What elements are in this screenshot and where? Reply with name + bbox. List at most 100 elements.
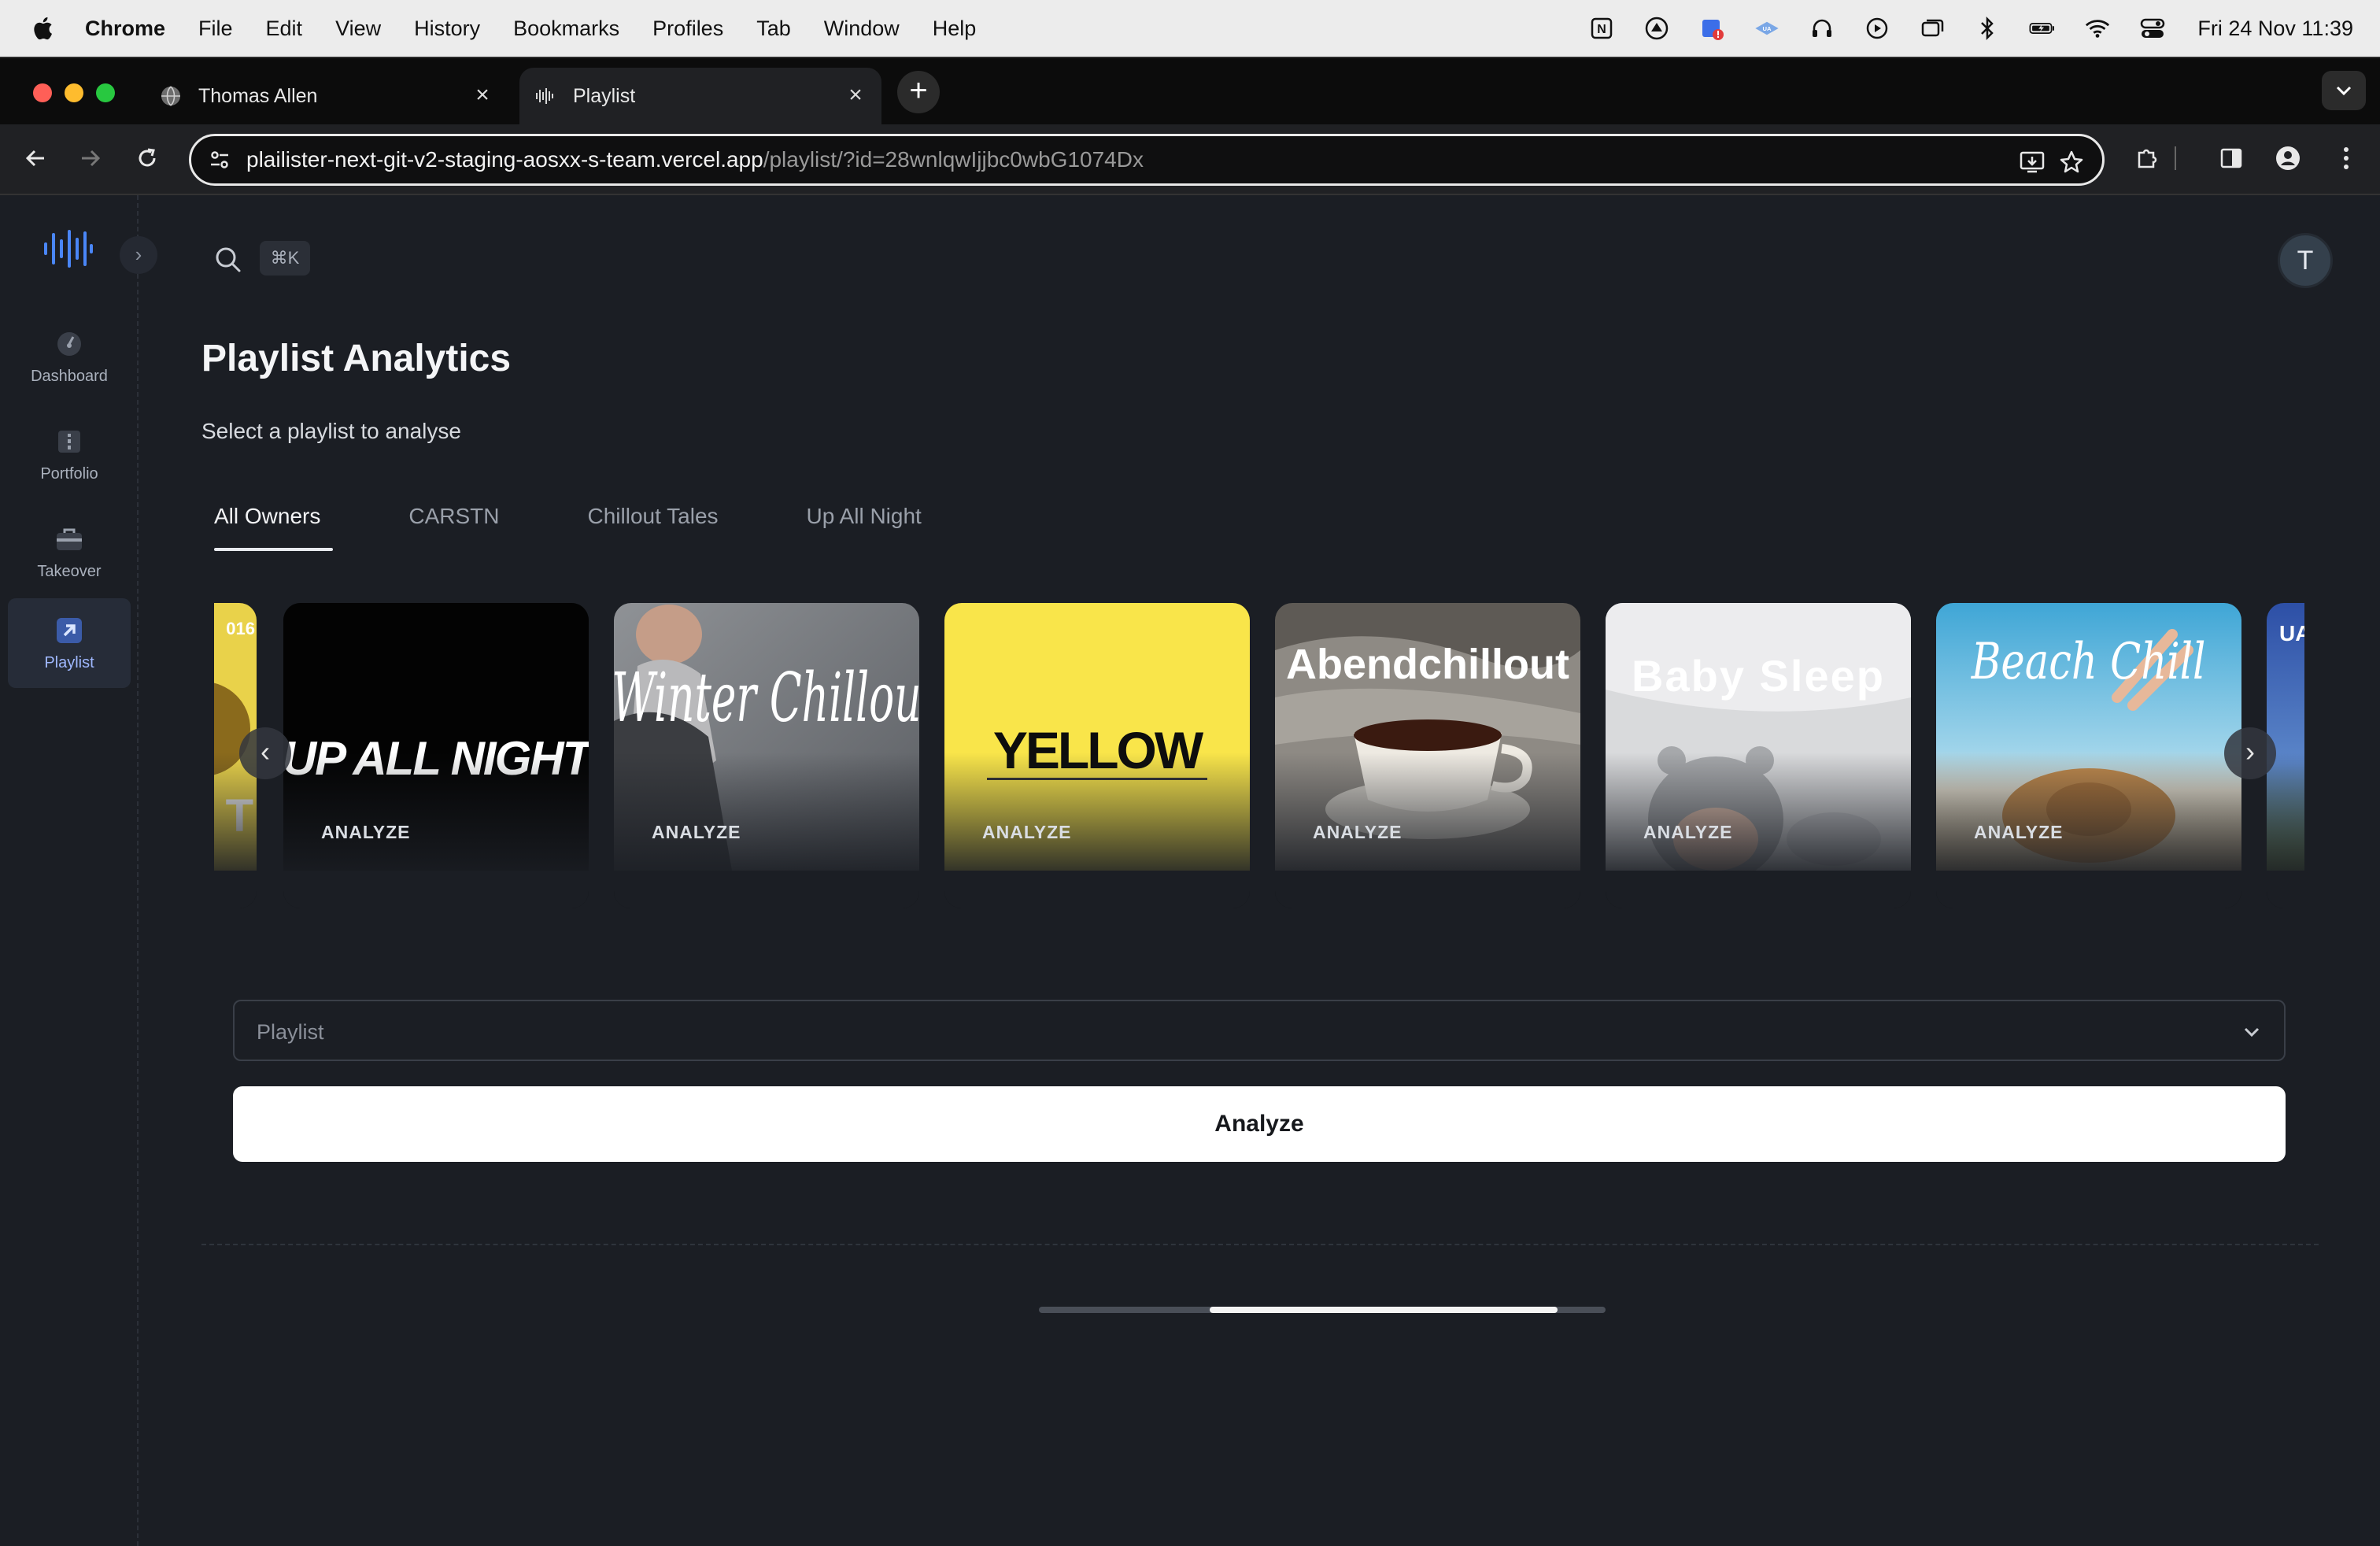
menu-file[interactable]: File [198,17,233,41]
window-close-button[interactable] [33,83,52,102]
calendar-alert-icon[interactable] [1698,15,1725,42]
apple-logo-icon[interactable] [30,15,54,42]
playlist-card-yellow[interactable]: YELLOW ANALYZE [944,603,1250,908]
analyze-card-button[interactable]: ANALYZE [1313,822,1402,843]
tab-carstn[interactable]: CARSTN [396,504,512,551]
playlist-card-baby-sleep[interactable]: Baby Sleep ANALYZE [1606,603,1911,908]
back-button[interactable] [16,139,55,178]
card-gradient [614,753,919,878]
sync-icon[interactable] [1643,15,1670,42]
new-tab-button[interactable]: + [897,71,940,113]
search-icon[interactable] [213,244,244,276]
profile-icon[interactable] [2271,142,2304,175]
playlist-card-up-all-night[interactable]: UP ALL NIGHT ANALYZE [283,603,589,908]
plailister-logo-icon[interactable] [42,227,94,271]
analyze-card-button[interactable]: ANALYZE [321,822,411,843]
card-footer [614,871,919,908]
sidebar-item-label: Playlist [44,653,94,671]
card-footer [2267,871,2304,908]
notion-icon[interactable]: N [1588,15,1615,42]
carousel-prev-button[interactable]: ‹ [239,727,291,779]
page-subtitle: Select a playlist to analyse [201,419,461,443]
window-minimize-button[interactable] [65,83,83,102]
playlist-card-abendchillout[interactable]: Abendchillout ANALYZE [1275,603,1580,908]
menu-help[interactable]: Help [933,17,977,41]
arrow-up-right-icon [54,615,85,646]
macos-menu-bar: Chrome File Edit View History Bookmarks … [0,0,2380,57]
playlist-select[interactable]: Playlist [233,1000,2286,1061]
kebab-menu-icon[interactable] [2330,142,2363,175]
partial-card-text-right: UA [2279,621,2304,645]
menu-tab[interactable]: Tab [756,17,791,41]
menu-edit[interactable]: Edit [266,17,303,41]
sidebar-item-dashboard[interactable]: Dashboard [8,312,131,401]
menu-window[interactable]: Window [824,17,900,41]
chevron-down-icon [2244,1027,2260,1037]
card-footer [944,871,1250,908]
waveform-icon [534,84,557,108]
page-title: Playlist Analytics [201,338,512,379]
arrow-right-icon [82,150,101,167]
analyze-card-button[interactable]: ANALYZE [652,822,741,843]
extensions-icon[interactable] [2131,142,2164,175]
bluetooth-icon[interactable] [1974,15,2001,42]
tab-all-owners[interactable]: All Owners [201,504,334,551]
control-center-icon[interactable] [2139,15,2166,42]
sidebar-item-portfolio[interactable]: Portfolio [8,409,131,499]
sidebar-expand-button[interactable]: › [120,236,157,274]
address-bar[interactable]: plailister-next-git-v2-staging-aosxx-s-t… [189,134,2105,186]
menu-history[interactable]: History [414,17,480,41]
site-info-icon[interactable] [204,144,235,176]
tab-up-all-night[interactable]: Up All Night [794,504,934,551]
sidebar-item-takeover[interactable]: Takeover [8,507,131,597]
close-tab-icon[interactable]: × [844,83,867,107]
card-gradient [1936,753,2241,878]
wifi-icon[interactable] [2084,15,2111,42]
url-path: /playlist/?id=28wnlqwIjjbc0wbG1074Dx [763,147,1144,172]
analyze-card-button[interactable]: ANALYZE [1643,822,1733,843]
menu-bookmarks[interactable]: Bookmarks [513,17,619,41]
card-footer [283,871,589,908]
headphones-icon[interactable] [1809,15,1835,42]
partial-card-text-top: 016 [226,619,255,638]
browser-tab-title: Playlist [573,84,636,107]
browser-tab-thomas-allen[interactable]: Thomas Allen × [146,68,508,124]
browser-tab-playlist[interactable]: Playlist × [519,68,881,124]
card-gradient [944,753,1250,878]
playlist-select-placeholder: Playlist [257,1020,324,1044]
window-zoom-button[interactable] [96,83,115,102]
url-host: plailister-next-git-v2-staging-aosxx-s-t… [246,147,763,172]
playlist-card-winter-chillout[interactable]: Winter Chillout ANALYZE [614,603,919,908]
menu-app-name[interactable]: Chrome [85,17,165,41]
menu-bar-clock[interactable]: Fri 24 Nov 11:39 [2197,17,2353,41]
cover-title: Winter Chillout [614,659,919,738]
analyze-card-button[interactable]: ANALYZE [1974,822,2064,843]
card-footer [1275,871,1580,908]
vpn-icon[interactable]: UA [1754,15,1780,42]
tab-chillout-tales[interactable]: Chillout Tales [575,504,731,551]
forward-button[interactable] [71,139,110,178]
sidebar-item-playlist[interactable]: Playlist [8,598,131,688]
card-gradient [2267,753,2304,878]
chevron-down-icon [2336,86,2352,96]
tab-search-button[interactable] [2322,71,2366,110]
sidebar-item-label: Dashboard [31,367,108,385]
play-icon[interactable] [1864,15,1890,42]
carousel-scrollbar-thumb[interactable] [1210,1307,1558,1313]
bookmark-star-icon[interactable] [2057,147,2086,177]
carousel-next-button[interactable]: › [2224,727,2276,779]
menu-profiles[interactable]: Profiles [652,17,723,41]
analyze-card-button[interactable]: ANALYZE [982,822,1072,843]
reload-button[interactable] [128,139,167,178]
browser-tab-title: Thomas Allen [198,84,318,107]
close-tab-icon[interactable]: × [471,83,494,107]
battery-icon[interactable] [2029,15,2056,42]
playlist-card-beach-chill[interactable]: Beach Chill ANALYZE [1936,603,2241,908]
cover-title: Beach Chill [1971,631,2205,690]
menu-view[interactable]: View [335,17,381,41]
side-panel-icon[interactable] [2215,142,2248,175]
analyze-button[interactable]: Analyze [233,1086,2286,1162]
user-avatar[interactable]: T [2278,233,2333,288]
install-app-icon[interactable] [2017,147,2047,177]
window-icon[interactable] [1919,15,1946,42]
